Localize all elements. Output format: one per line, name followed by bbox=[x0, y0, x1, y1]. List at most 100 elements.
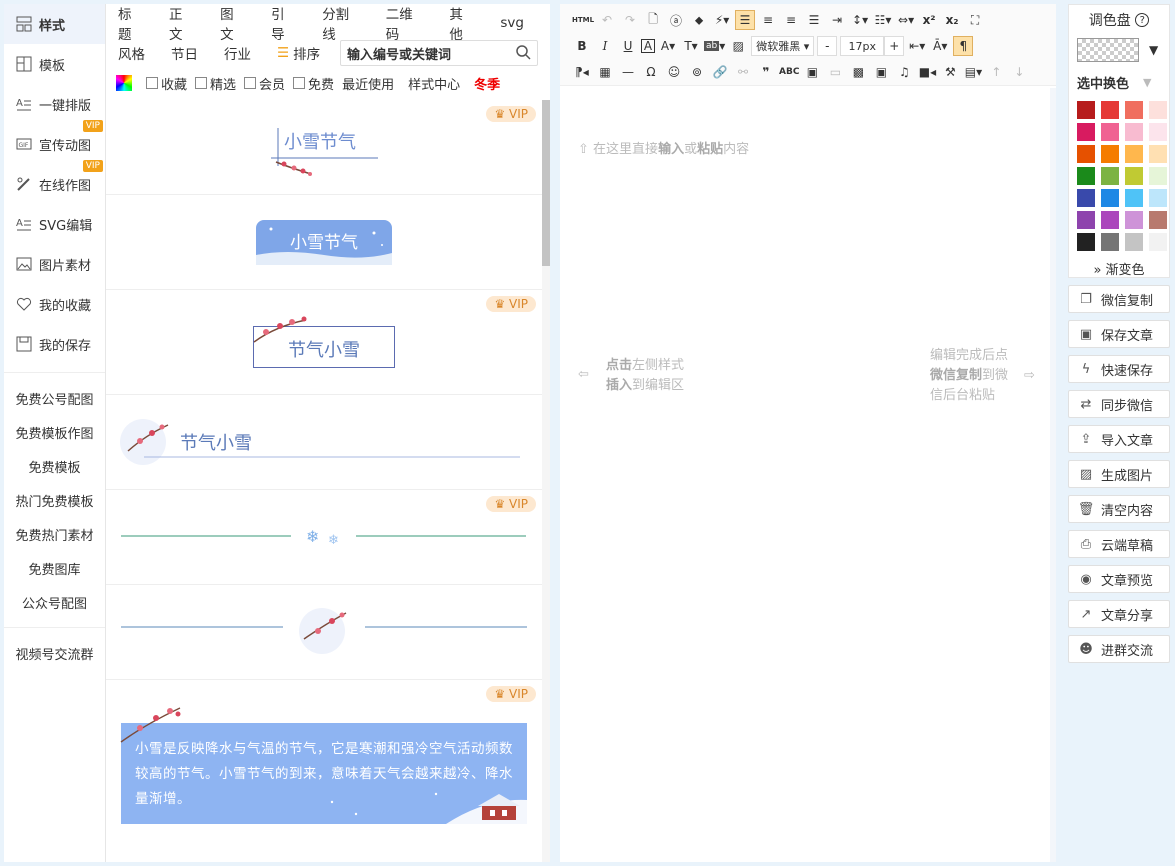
sidebar-item-style[interactable]: 样式 bbox=[4, 4, 105, 44]
color-swatch[interactable] bbox=[1101, 101, 1119, 119]
action-button-0[interactable]: ❐ 微信复制 bbox=[1068, 285, 1170, 313]
font-size-input[interactable]: 17px bbox=[840, 36, 885, 56]
insert-frame-icon[interactable]: ▣ bbox=[871, 62, 891, 82]
new-doc-icon[interactable]: 🗋 bbox=[643, 10, 663, 30]
category-tab[interactable]: 标题 bbox=[118, 3, 143, 43]
category-tab[interactable]: 正文 bbox=[169, 3, 194, 43]
category-tab[interactable]: 风格 bbox=[118, 43, 145, 63]
emoji-icon[interactable]: ☺ bbox=[664, 62, 684, 82]
color-swatch[interactable] bbox=[1149, 167, 1167, 185]
html-button[interactable]: HTML bbox=[572, 10, 594, 30]
color-swatch[interactable] bbox=[1077, 123, 1095, 141]
category-tab[interactable]: 图文 bbox=[220, 3, 245, 43]
template-icon[interactable]: ▤▾ bbox=[963, 62, 983, 82]
sidebar-link[interactable]: 免费热门素材 bbox=[4, 517, 105, 551]
checkbox[interactable] bbox=[293, 77, 306, 89]
pattern-icon[interactable]: ▨ bbox=[728, 36, 748, 56]
search-replace-icon[interactable]: ⊚ bbox=[687, 62, 707, 82]
magic-wand-icon[interactable]: ⚡▾ bbox=[712, 10, 732, 30]
superscript-icon[interactable]: x² bbox=[919, 10, 939, 30]
align-left-icon[interactable]: ☰ bbox=[735, 10, 756, 30]
move-up-icon[interactable]: ↑ bbox=[986, 62, 1006, 82]
style-item[interactable]: ♛ VIP 节气小雪 bbox=[106, 290, 542, 395]
font-size-increase[interactable]: + bbox=[884, 36, 905, 56]
sidebar-link[interactable]: 免费公号配图 bbox=[4, 381, 105, 415]
indent-menu-icon[interactable]: ⇤▾ bbox=[907, 36, 927, 56]
color-swatch[interactable] bbox=[1149, 189, 1167, 207]
color-swatch[interactable] bbox=[1125, 211, 1143, 229]
video-icon[interactable]: ■◂ bbox=[917, 62, 937, 82]
transparent-swatch[interactable] bbox=[1077, 38, 1139, 62]
clear-format-icon[interactable]: ⚒ bbox=[940, 62, 960, 82]
color-swatch[interactable] bbox=[1101, 145, 1119, 163]
season-link[interactable]: 冬季 bbox=[474, 74, 500, 93]
undo-icon[interactable]: ↶ bbox=[597, 10, 617, 30]
category-tab[interactable]: 引导 bbox=[271, 3, 296, 43]
sidebar-item-gif[interactable]: GIF 宣传动图 VIP bbox=[4, 120, 105, 164]
action-button-2[interactable]: ϟ 快速保存 bbox=[1068, 355, 1170, 383]
sort-button[interactable]: ☰ 排序 bbox=[277, 43, 346, 63]
subscript-icon[interactable]: x₂ bbox=[942, 10, 962, 30]
special-char-icon[interactable]: Ω bbox=[641, 62, 661, 82]
fullscreen-icon[interactable]: ⛶ bbox=[965, 10, 985, 30]
filter-favorite[interactable]: 收藏 bbox=[146, 74, 187, 93]
category-tab[interactable]: 节日 bbox=[171, 43, 198, 63]
text-style-icon[interactable]: T▾ bbox=[681, 36, 701, 56]
sidebar-link[interactable]: 免费模板 bbox=[4, 449, 105, 483]
color-swatch[interactable] bbox=[1149, 145, 1167, 163]
style-item[interactable]: ♛ VIP 小雪是反映降水与气温的节气，它是寒潮和强冷空气活动频数较高的节气。小… bbox=[106, 680, 542, 862]
search-input[interactable]: 输入编号或关键词 bbox=[340, 40, 538, 66]
unlink-icon[interactable]: ⚯ bbox=[733, 62, 753, 82]
text-case-icon[interactable]: Ā▾ bbox=[930, 36, 950, 56]
align-justify-icon[interactable]: ☰ bbox=[804, 10, 824, 30]
category-tab[interactable]: 行业 bbox=[224, 43, 251, 63]
category-tab[interactable]: 分割线 bbox=[322, 3, 360, 43]
action-button-7[interactable]: ⎙ 云端草稿 bbox=[1068, 530, 1170, 558]
letter-spacing-icon[interactable]: ⇔▾ bbox=[896, 10, 916, 30]
spellcheck-icon[interactable]: ABC bbox=[779, 62, 799, 82]
move-down-icon[interactable]: ↓ bbox=[1009, 62, 1029, 82]
recent-link[interactable]: 最近使用 bbox=[342, 74, 394, 93]
style-item[interactable] bbox=[106, 585, 542, 680]
sidebar-item-favorites[interactable]: 我的收藏 bbox=[4, 284, 105, 324]
gradient-link[interactable]: » 渐变色 bbox=[1069, 259, 1169, 278]
color-swatch[interactable] bbox=[1149, 123, 1167, 141]
underline-icon[interactable]: U bbox=[618, 36, 638, 56]
action-button-1[interactable]: ▣ 保存文章 bbox=[1068, 320, 1170, 348]
color-swatch[interactable] bbox=[1125, 145, 1143, 163]
action-button-3[interactable]: ⇄ 同步微信 bbox=[1068, 390, 1170, 418]
color-swatch[interactable] bbox=[1149, 211, 1167, 229]
color-swatch[interactable] bbox=[1125, 167, 1143, 185]
color-swatch[interactable] bbox=[1101, 189, 1119, 207]
color-swatch[interactable] bbox=[1101, 233, 1119, 251]
color-swatch[interactable] bbox=[1077, 233, 1095, 251]
color-swatch[interactable] bbox=[1125, 233, 1143, 251]
bold-icon[interactable]: B bbox=[572, 36, 592, 56]
music-icon[interactable]: ♫ bbox=[894, 62, 914, 82]
paragraph-spacing-icon[interactable]: ☷▾ bbox=[873, 10, 893, 30]
color-swatch[interactable] bbox=[1077, 145, 1095, 163]
style-item[interactable]: 小雪节气 bbox=[106, 195, 542, 290]
filter-free[interactable]: 免费 bbox=[293, 74, 334, 93]
select-recolor[interactable]: 选中换色 ▼ bbox=[1069, 73, 1169, 92]
color-swatch[interactable] bbox=[1077, 211, 1095, 229]
search-icon[interactable] bbox=[516, 45, 531, 64]
table-icon[interactable]: ▦ bbox=[595, 62, 615, 82]
align-center-icon[interactable]: ≡ bbox=[758, 10, 778, 30]
image-placeholder-icon[interactable]: ▭ bbox=[825, 62, 845, 82]
font-family-select[interactable]: 微软雅黑 ▾ bbox=[751, 36, 815, 56]
horizontal-rule-icon[interactable]: — bbox=[618, 62, 638, 82]
color-swatch[interactable] bbox=[1125, 189, 1143, 207]
color-swatch[interactable] bbox=[1101, 211, 1119, 229]
color-swatch[interactable] bbox=[1077, 101, 1095, 119]
font-size-decrease[interactable]: - bbox=[817, 36, 838, 56]
color-swatch[interactable] bbox=[1101, 123, 1119, 141]
color-swatch[interactable] bbox=[1125, 123, 1143, 141]
color-swatch[interactable] bbox=[1077, 167, 1095, 185]
color-swatch[interactable] bbox=[1125, 101, 1143, 119]
color-swatch[interactable] bbox=[1149, 101, 1167, 119]
sidebar-item-my-saves[interactable]: 我的保存 bbox=[4, 324, 105, 364]
sidebar-link[interactable]: 免费图库 bbox=[4, 551, 105, 585]
align-right-icon[interactable]: ≡ bbox=[781, 10, 801, 30]
sidebar-link[interactable]: 热门免费模板 bbox=[4, 483, 105, 517]
